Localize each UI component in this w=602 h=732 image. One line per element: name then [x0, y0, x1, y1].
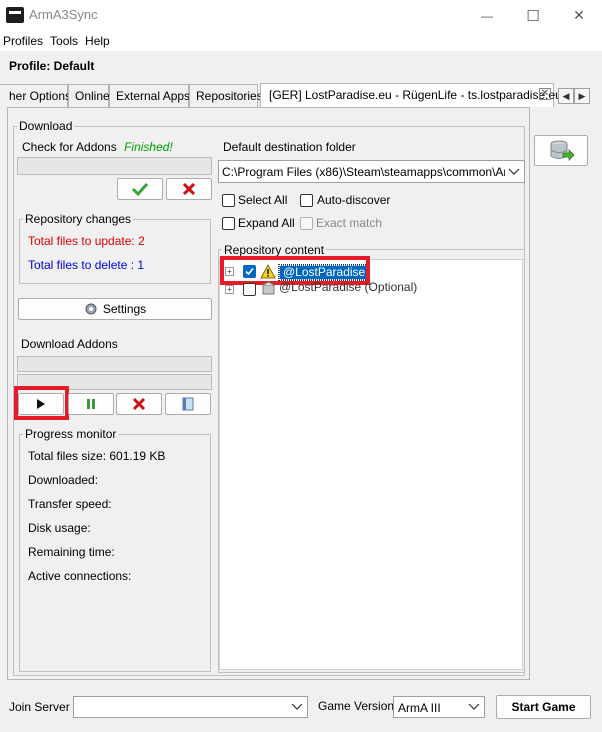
tab-label: External Apps — [116, 89, 191, 103]
tab-close-icon[interactable]: ✕ — [539, 88, 551, 100]
tab-external-apps[interactable]: External Apps — [109, 84, 191, 107]
tab-label: Repositories — [196, 89, 263, 103]
addon-checkbox-lostparadise-optional[interactable] — [243, 283, 256, 296]
red-x-icon — [132, 397, 146, 411]
menu-bar: Profiles Tools Help — [0, 31, 602, 51]
exact-match-label: Exact match — [316, 216, 383, 230]
repository-changes-title: Repository changes — [23, 212, 134, 226]
select-all-checkbox[interactable] — [222, 194, 235, 207]
tab-scroll-right-button[interactable]: ▶ — [574, 88, 590, 104]
cancel-download-button[interactable] — [116, 393, 162, 415]
destination-folder-label: Default destination folder — [223, 140, 356, 154]
destination-folder-value: C:\Program Files (x86)\Steam\steamapps\c… — [222, 165, 505, 179]
close-button[interactable]: ✕ — [556, 0, 602, 31]
minimize-icon: — — [481, 8, 493, 23]
app-logo-icon — [6, 7, 24, 23]
start-game-button[interactable]: Start Game — [496, 695, 591, 719]
tab-repository-lostparadise[interactable]: [GER] LostParadise.eu - RügenLife - ts.l… — [260, 83, 562, 107]
tab-label: her Options — [9, 89, 72, 103]
tab-other-options[interactable]: her Options — [0, 84, 72, 107]
total-files-size: Total files size: 601.19 KB — [28, 449, 166, 463]
window-title: ArmA3Sync — [29, 7, 98, 22]
expand-all-label: Expand All — [238, 216, 295, 230]
check-addons-text: Check for Addons — [22, 140, 117, 154]
download-progress-bar-1 — [17, 356, 212, 372]
active-connections-label: Active connections: — [28, 569, 132, 583]
repository-tree — [219, 259, 523, 670]
join-server-label: Join Server — [9, 700, 70, 714]
disk-usage-label: Disk usage: — [28, 521, 91, 535]
menu-tools[interactable]: Tools — [47, 34, 82, 48]
game-version-label: Game Version — [318, 699, 395, 713]
downloaded-label: Downloaded: — [28, 473, 99, 487]
repository-changes-group — [19, 219, 211, 284]
progress-monitor-title: Progress monitor — [23, 427, 119, 441]
game-version-value: ArmA III — [398, 701, 441, 715]
sync-repository-button[interactable] — [534, 135, 588, 166]
maximize-button[interactable]: ☐ — [510, 0, 556, 31]
repository-content-title: Repository content — [222, 243, 327, 257]
play-highlight-frame — [14, 386, 69, 420]
tab-label: [GER] LostParadise.eu - RügenLife - ts.l… — [269, 88, 562, 102]
book-icon — [182, 397, 194, 411]
checkmark-icon — [131, 182, 149, 196]
check-confirm-button[interactable] — [117, 178, 163, 200]
check-cancel-button[interactable] — [166, 178, 212, 200]
tree-expand-icon[interactable]: + — [225, 285, 234, 294]
tab-repositories[interactable]: Repositories — [189, 84, 263, 107]
tab-scroll-left-button[interactable]: ◀ — [558, 88, 574, 104]
maximize-icon: ☐ — [526, 7, 540, 25]
check-status: Finished! — [124, 140, 173, 154]
exact-match-checkbox — [300, 217, 313, 230]
chevron-down-icon — [291, 703, 303, 710]
check-addons-label: Check for Addons Finished! — [22, 140, 173, 154]
join-server-combo[interactable] — [73, 696, 308, 718]
auto-discover-checkbox[interactable] — [300, 194, 313, 207]
remaining-time-label: Remaining time: — [28, 545, 115, 559]
tab-online[interactable]: Online — [68, 84, 110, 107]
menu-help[interactable]: Help — [82, 34, 114, 48]
pause-download-button[interactable] — [68, 393, 114, 415]
download-group-title: Download — [17, 119, 75, 133]
transfer-speed-label: Transfer speed: — [28, 497, 112, 511]
expand-all-checkbox[interactable] — [222, 217, 235, 230]
game-version-combo[interactable]: ArmA III — [393, 696, 485, 718]
tab-label: Online — [75, 89, 110, 103]
report-button[interactable] — [165, 393, 211, 415]
auto-discover-label: Auto-discover — [317, 193, 391, 207]
profile-label: Profile: Default — [9, 59, 95, 73]
files-to-update: Total files to update: 2 — [28, 234, 145, 248]
check-progress-bar — [17, 157, 212, 175]
package-icon — [262, 281, 275, 295]
settings-button[interactable]: Settings — [18, 298, 212, 320]
settings-label: Settings — [102, 302, 147, 316]
close-icon: ✕ — [573, 7, 585, 23]
gear-icon — [85, 303, 97, 315]
red-x-icon — [182, 182, 196, 196]
pause-icon — [87, 399, 95, 409]
menu-profiles[interactable]: Profiles — [0, 34, 47, 48]
download-addons-label: Download Addons — [21, 337, 118, 351]
destination-folder-combo[interactable]: C:\Program Files (x86)\Steam\steamapps\c… — [218, 160, 525, 183]
database-sync-icon — [550, 140, 575, 161]
addon-label-lostparadise-optional[interactable]: @LostParadise (Optional) — [279, 280, 417, 294]
chevron-down-icon — [468, 703, 480, 710]
minimize-button[interactable]: — — [464, 0, 510, 31]
files-to-delete: Total files to delete : 1 — [28, 258, 145, 272]
chevron-down-icon — [508, 168, 520, 175]
select-all-label: Select All — [238, 193, 288, 207]
